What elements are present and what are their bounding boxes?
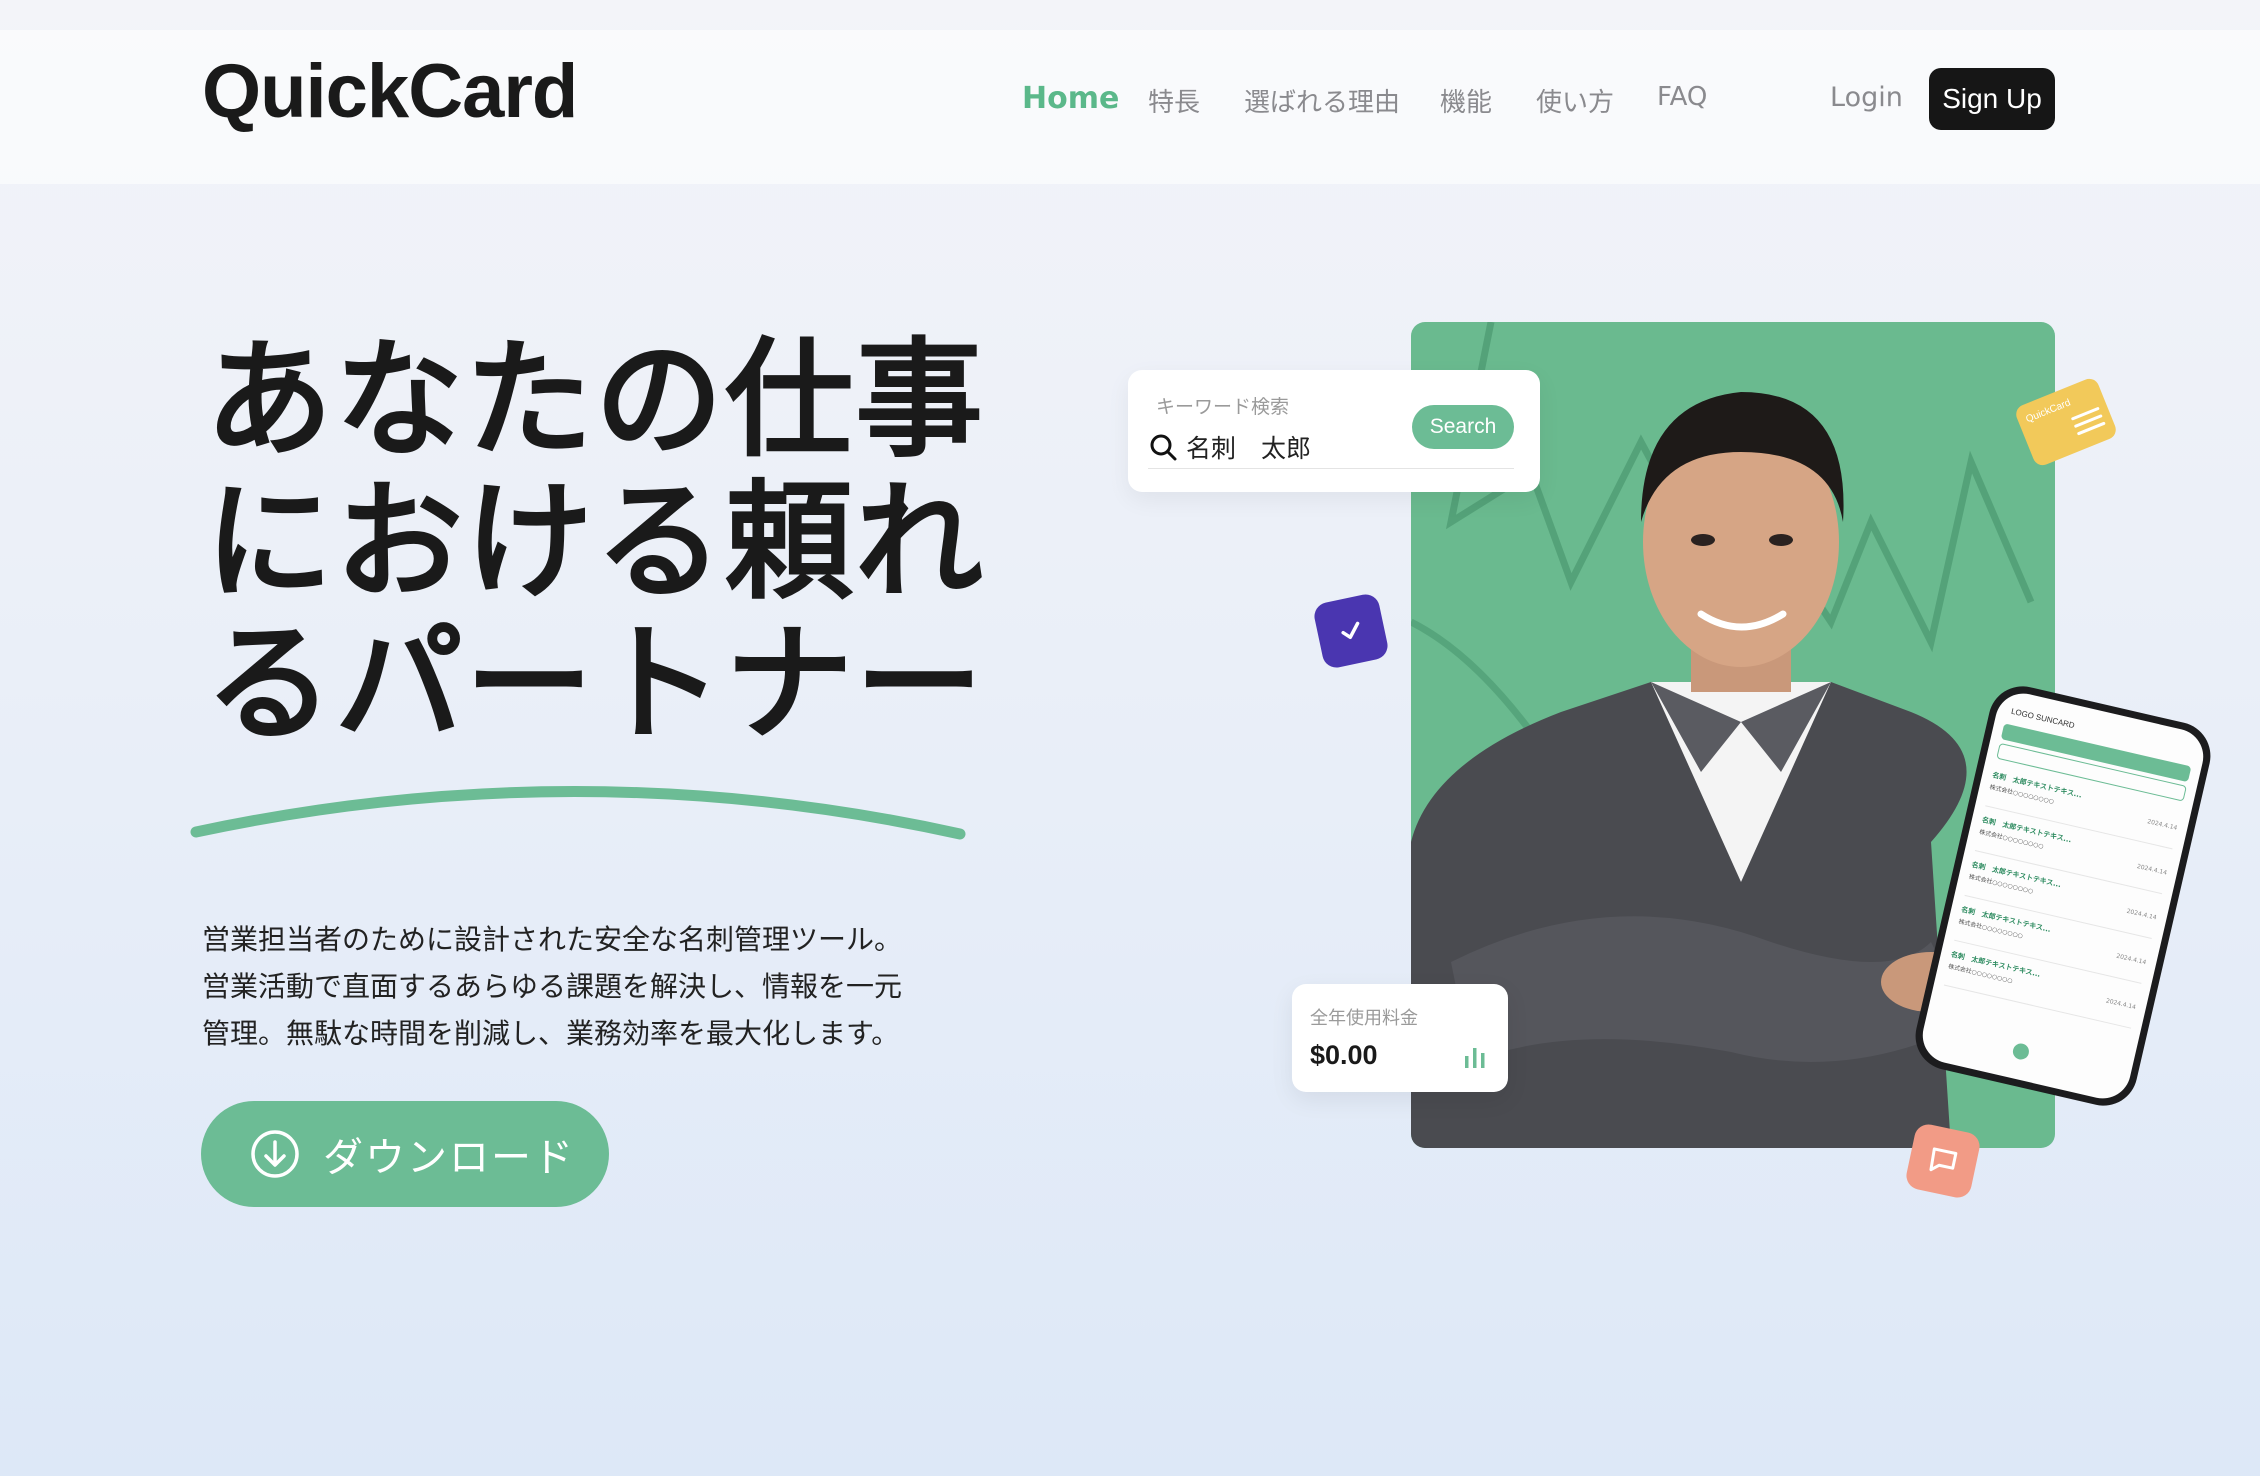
keyword-search-card: キーワード検索 名刺 太郎 Search [1128, 370, 1540, 492]
nav-item-features[interactable]: 特長 [1148, 82, 1200, 119]
title-underline [190, 786, 966, 840]
check-icon [1341, 621, 1360, 640]
hero-title: あなたの仕事 における頼れ るパートナー [205, 330, 985, 756]
nav-item-functions[interactable]: 機能 [1440, 82, 1492, 119]
download-circle-icon [251, 1130, 299, 1178]
search-input-underline [1148, 468, 1514, 469]
nav-item-home[interactable]: Home [1022, 81, 1119, 116]
signup-button[interactable]: Sign Up [1929, 68, 2055, 130]
business-card-brand: QuickCard [2024, 397, 2073, 426]
phone-item-date: 2024.4.14 [2115, 952, 2147, 967]
annual-fee-card: 全年使用料金 $0.00 [1292, 984, 1508, 1092]
check-badge [1311, 591, 1391, 671]
hero-description-line: 管理。無駄な時間を削減し、業務効率を最大化します。 [202, 1017, 900, 1050]
search-input[interactable]: 名刺 太郎 [1186, 429, 1311, 465]
chat-badge [1903, 1121, 1983, 1201]
phone-item-date: 2024.4.14 [2136, 862, 2168, 877]
download-label: ダウンロード [323, 1135, 575, 1181]
phone-add-icon [2011, 1041, 2031, 1062]
hero-title-line: における頼れ [205, 468, 986, 617]
nav-item-reasons[interactable]: 選ばれる理由 [1244, 82, 1400, 119]
nav-item-how-to-use[interactable]: 使い方 [1536, 82, 1614, 119]
search-button[interactable]: Search [1412, 405, 1514, 449]
hero-description-line: 営業担当者のために設計された安全な名刺管理ツール。 [202, 923, 903, 956]
download-button[interactable]: ダウンロード [201, 1101, 609, 1207]
brand-logo[interactable]: QuickCard [202, 48, 578, 135]
chat-bubble-icon [1929, 1147, 1958, 1172]
hero-description: 営業担当者のために設計された安全な名刺管理ツール。 営業活動で直面するあらゆる課… [202, 916, 922, 1057]
hero-description-line: 営業活動で直面するあらゆる課題を解決し、情報を一元 [202, 970, 903, 1003]
search-icon [1150, 434, 1177, 461]
fee-value: $0.00 [1310, 1040, 1378, 1070]
search-caption: キーワード検索 [1156, 396, 1290, 418]
phone-item-date: 2024.4.14 [2105, 997, 2137, 1012]
nav-item-faq[interactable]: FAQ [1657, 82, 1707, 112]
bar-chart-icon [1465, 1048, 1485, 1068]
login-link[interactable]: Login [1830, 82, 1903, 113]
hero-title-line: るパートナー [205, 610, 986, 759]
phone-item-date: 2024.4.14 [2146, 818, 2178, 832]
hero-title-line: あなたの仕事 [205, 326, 986, 475]
phone-item-date: 2024.4.14 [2125, 907, 2158, 922]
fee-label: 全年使用料金 [1310, 1008, 1418, 1029]
